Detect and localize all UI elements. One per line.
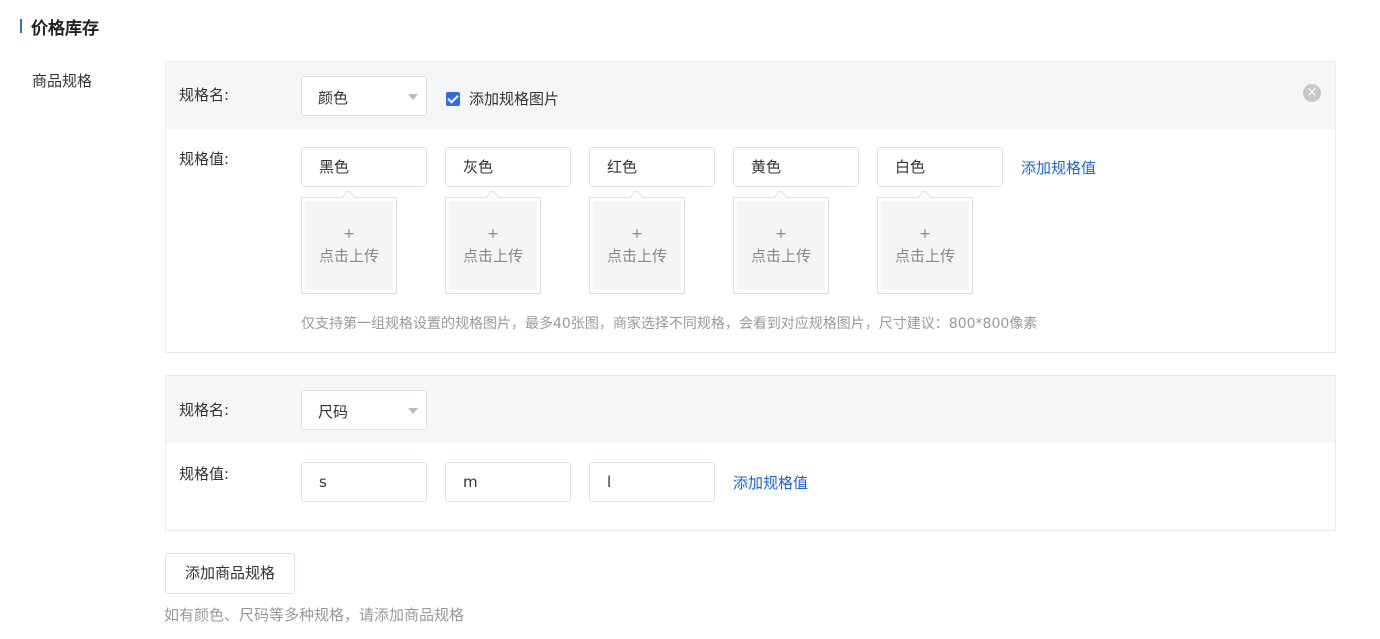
upload-label: 点击上传 bbox=[750, 247, 811, 265]
upload-label: 点击上传 bbox=[462, 247, 523, 265]
add-spec-value-link[interactable]: 添加规格值 bbox=[733, 472, 808, 493]
add-product-spec-button[interactable]: 添加商品规格 bbox=[165, 553, 295, 594]
upload-area: + 点击上传 bbox=[593, 201, 681, 290]
close-icon[interactable]: × bbox=[1303, 84, 1321, 102]
spec-values-label: 规格值: bbox=[179, 465, 230, 483]
section-accent-bar bbox=[20, 19, 22, 33]
spec-name-select[interactable]: 尺码 bbox=[301, 390, 427, 430]
spec-value-input[interactable]: 黑色 bbox=[301, 147, 427, 187]
upload-area: + 点击上传 bbox=[449, 201, 537, 290]
spec-name-value: 颜色 bbox=[318, 89, 349, 107]
upload-label: 点击上传 bbox=[894, 247, 955, 265]
upload-image-button[interactable]: + 点击上传 bbox=[877, 197, 973, 294]
spec-value-input[interactable]: l bbox=[589, 462, 715, 502]
upload-area: + 点击上传 bbox=[881, 201, 969, 290]
upload-label: 点击上传 bbox=[318, 247, 379, 265]
chevron-down-icon bbox=[408, 408, 418, 414]
spec-name-select[interactable]: 颜色 bbox=[301, 76, 427, 116]
spec-value-input[interactable]: 黄色 bbox=[733, 147, 859, 187]
upload-image-button[interactable]: + 点击上传 bbox=[589, 197, 685, 294]
spec-name-value: 尺码 bbox=[318, 403, 349, 421]
upload-label: 点击上传 bbox=[606, 247, 667, 265]
spec-value-input[interactable]: 红色 bbox=[589, 147, 715, 187]
spec-value-input[interactable]: 白色 bbox=[877, 147, 1003, 187]
add-spec-value-link[interactable]: 添加规格值 bbox=[1021, 157, 1096, 178]
spec-value-input[interactable]: s bbox=[301, 462, 427, 502]
add-spec-hint: 如有颜色、尺码等多种规格，请添加商品规格 bbox=[164, 606, 465, 624]
plus-icon: + bbox=[487, 226, 499, 242]
plus-icon: + bbox=[343, 226, 355, 242]
section-title: 价格库存 bbox=[20, 14, 99, 39]
plus-icon: + bbox=[631, 226, 643, 242]
spec-group-color: 规格名: 颜色 添加规格图片 × 规格值: 黑色 灰色 红色 黄色 白色 添加规… bbox=[165, 61, 1336, 353]
spec-values-label: 规格值: bbox=[179, 150, 230, 168]
chevron-down-icon bbox=[408, 94, 418, 100]
upload-image-button[interactable]: + 点击上传 bbox=[301, 197, 397, 294]
spec-name-label: 规格名: bbox=[179, 86, 230, 104]
spec-group-header: 规格名: 尺码 bbox=[166, 376, 1335, 443]
upload-image-button[interactable]: + 点击上传 bbox=[445, 197, 541, 294]
section-title-text: 价格库存 bbox=[31, 18, 99, 39]
spec-group-header: 规格名: 颜色 添加规格图片 × bbox=[166, 62, 1335, 129]
upload-area: + 点击上传 bbox=[737, 201, 825, 290]
spec-name-label: 规格名: bbox=[179, 401, 230, 419]
spec-image-hint: 仅支持第一组规格设置的规格图片，最多40张图，商家选择不同规格，会看到对应规格图… bbox=[301, 316, 1038, 332]
add-spec-image-label: 添加规格图片 bbox=[469, 90, 560, 108]
spec-value-input[interactable]: 灰色 bbox=[445, 147, 571, 187]
upload-image-button[interactable]: + 点击上传 bbox=[733, 197, 829, 294]
plus-icon: + bbox=[919, 226, 931, 242]
spec-group-size: 规格名: 尺码 规格值: s m l 添加规格值 bbox=[165, 375, 1336, 531]
product-spec-label: 商品规格 bbox=[32, 72, 93, 90]
add-spec-image-checkbox[interactable]: 添加规格图片 bbox=[446, 88, 559, 109]
plus-icon: + bbox=[775, 226, 787, 242]
upload-area: + 点击上传 bbox=[305, 201, 393, 290]
spec-value-input[interactable]: m bbox=[445, 462, 571, 502]
checkbox-checked-icon[interactable] bbox=[446, 91, 460, 106]
